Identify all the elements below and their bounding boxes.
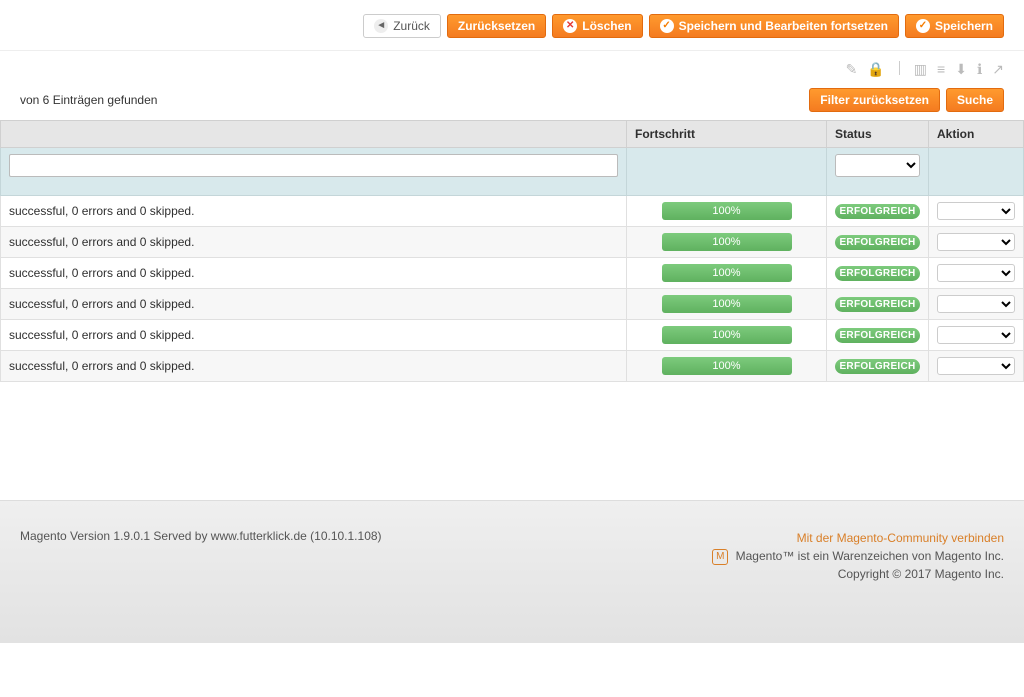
filter-status-select[interactable] bbox=[835, 154, 920, 177]
reset-button[interactable]: Zurücksetzen bbox=[447, 14, 546, 38]
cell-message: successful, 0 errors and 0 skipped. bbox=[1, 258, 627, 289]
status-badge: ERFOLGREICH bbox=[835, 297, 920, 312]
table-row: successful, 0 errors and 0 skipped. 100% E… bbox=[1, 289, 1024, 320]
cell-progress: 100% bbox=[627, 258, 827, 289]
search-button[interactable]: Suche bbox=[946, 88, 1004, 112]
table-row: successful, 0 errors and 0 skipped. 100% E… bbox=[1, 227, 1024, 258]
page-footer: Mit der Magento-Community verbinden M Ma… bbox=[0, 500, 1024, 643]
progress-bar: 100% bbox=[662, 264, 792, 282]
progress-bar: 100% bbox=[662, 295, 792, 313]
result-count: von 6 Einträgen gefunden bbox=[20, 93, 157, 107]
row-action-select[interactable] bbox=[937, 264, 1015, 282]
progress-bar: 100% bbox=[662, 202, 792, 220]
row-action-select[interactable] bbox=[937, 357, 1015, 375]
col-status-header[interactable]: Status bbox=[827, 121, 929, 148]
row-action-select[interactable] bbox=[937, 326, 1015, 344]
filter-reset-button[interactable]: Filter zurücksetzen bbox=[809, 88, 940, 112]
save-continue-button[interactable]: ✓ Speichern und Bearbeiten fortsetzen bbox=[649, 14, 899, 38]
table-row: successful, 0 errors and 0 skipped. 100% E… bbox=[1, 258, 1024, 289]
col-message-header[interactable] bbox=[1, 121, 627, 148]
cell-action bbox=[929, 227, 1024, 258]
popout-icon[interactable]: ↗ bbox=[992, 61, 1004, 78]
form-actions-bar: ◄ Zurück Zurücksetzen ✕ Löschen ✓ Speich… bbox=[0, 0, 1024, 51]
cell-status: ERFOLGREICH bbox=[827, 351, 929, 382]
filter-action-cell bbox=[929, 148, 1024, 196]
cell-status: ERFOLGREICH bbox=[827, 289, 929, 320]
cell-status: ERFOLGREICH bbox=[827, 196, 929, 227]
table-row: successful, 0 errors and 0 skipped. 100% E… bbox=[1, 320, 1024, 351]
cell-action bbox=[929, 320, 1024, 351]
filter-reset-label: Filter zurücksetzen bbox=[820, 93, 929, 107]
cell-progress: 100% bbox=[627, 320, 827, 351]
save-continue-label: Speichern und Bearbeiten fortsetzen bbox=[679, 19, 888, 33]
filter-row bbox=[1, 148, 1024, 196]
filter-message-input[interactable] bbox=[9, 154, 618, 177]
cell-status: ERFOLGREICH bbox=[827, 227, 929, 258]
cell-message: successful, 0 errors and 0 skipped. bbox=[1, 320, 627, 351]
community-link[interactable]: Mit der Magento-Community verbinden bbox=[797, 531, 1004, 545]
list-icon[interactable]: ≡ bbox=[937, 61, 945, 78]
cell-message: successful, 0 errors and 0 skipped. bbox=[1, 351, 627, 382]
pencil-icon[interactable]: ✎ bbox=[846, 61, 858, 78]
cell-status: ERFOLGREICH bbox=[827, 258, 929, 289]
cell-status: ERFOLGREICH bbox=[827, 320, 929, 351]
cell-message: successful, 0 errors and 0 skipped. bbox=[1, 196, 627, 227]
back-button[interactable]: ◄ Zurück bbox=[363, 14, 441, 38]
cell-action bbox=[929, 258, 1024, 289]
magento-logo-icon: M bbox=[712, 549, 728, 565]
table-row: successful, 0 errors and 0 skipped. 100% E… bbox=[1, 351, 1024, 382]
delete-label: Löschen bbox=[582, 19, 631, 33]
back-icon: ◄ bbox=[374, 19, 388, 33]
table-row: successful, 0 errors and 0 skipped. 100% E… bbox=[1, 196, 1024, 227]
check-icon: ✓ bbox=[916, 19, 930, 33]
cell-message: successful, 0 errors and 0 skipped. bbox=[1, 289, 627, 320]
reset-label: Zurücksetzen bbox=[458, 19, 535, 33]
row-action-select[interactable] bbox=[937, 233, 1015, 251]
delete-button[interactable]: ✕ Löschen bbox=[552, 14, 642, 38]
cell-progress: 100% bbox=[627, 351, 827, 382]
check-icon: ✓ bbox=[660, 19, 674, 33]
back-label: Zurück bbox=[393, 19, 430, 33]
results-grid: Fortschritt Status Aktion successful, 0 … bbox=[0, 120, 1024, 382]
status-badge: ERFOLGREICH bbox=[835, 235, 920, 250]
lock-icon[interactable]: 🔒 bbox=[867, 61, 884, 78]
layout-icon[interactable]: ▥ bbox=[914, 61, 927, 78]
row-action-select[interactable] bbox=[937, 202, 1015, 220]
status-badge: ERFOLGREICH bbox=[835, 328, 920, 343]
progress-bar: 100% bbox=[662, 326, 792, 344]
cell-message: successful, 0 errors and 0 skipped. bbox=[1, 227, 627, 258]
delete-icon: ✕ bbox=[563, 19, 577, 33]
copyright-text: Copyright © 2017 Magento Inc. bbox=[838, 567, 1004, 581]
status-badge: ERFOLGREICH bbox=[835, 359, 920, 374]
progress-bar: 100% bbox=[662, 357, 792, 375]
save-label: Speichern bbox=[935, 19, 993, 33]
col-action-header[interactable]: Aktion bbox=[929, 121, 1024, 148]
status-badge: ERFOLGREICH bbox=[835, 204, 920, 219]
save-button[interactable]: ✓ Speichern bbox=[905, 14, 1004, 38]
separator bbox=[899, 61, 900, 75]
cell-action bbox=[929, 351, 1024, 382]
status-badge: ERFOLGREICH bbox=[835, 266, 920, 281]
grid-toolbar: von 6 Einträgen gefunden Filter zurückse… bbox=[0, 78, 1024, 120]
search-label: Suche bbox=[957, 93, 993, 107]
trademark-text: Magento™ ist ein Warenzeichen von Magent… bbox=[736, 549, 1004, 563]
download-icon[interactable]: ⬇ bbox=[955, 61, 967, 78]
col-progress-header[interactable]: Fortschritt bbox=[627, 121, 827, 148]
cell-progress: 100% bbox=[627, 289, 827, 320]
filter-progress-cell bbox=[627, 148, 827, 196]
cell-progress: 100% bbox=[627, 196, 827, 227]
cell-progress: 100% bbox=[627, 227, 827, 258]
cell-action bbox=[929, 289, 1024, 320]
info-icon[interactable]: ℹ bbox=[977, 61, 982, 78]
doc-toolbar: ✎ 🔒 ▥ ≡ ⬇ ℹ ↗ bbox=[0, 51, 1024, 78]
cell-action bbox=[929, 196, 1024, 227]
progress-bar: 100% bbox=[662, 233, 792, 251]
row-action-select[interactable] bbox=[937, 295, 1015, 313]
